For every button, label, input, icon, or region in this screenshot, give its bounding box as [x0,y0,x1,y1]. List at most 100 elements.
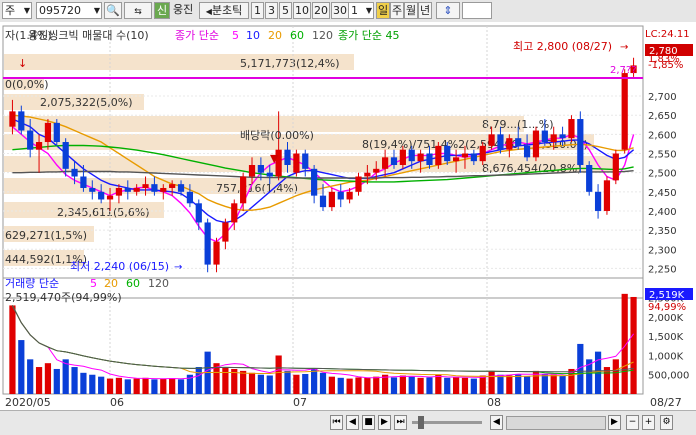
high-arrow-icon: → [620,42,628,53]
horizontal-line-label: 2,7?? [610,65,637,76]
updown-arrow-icon: ⇕ [443,4,453,17]
dividend-label: 배당락(0.00%) [240,129,314,142]
play-start-button[interactable]: ⏮ [330,415,343,430]
month-button[interactable]: 월 [404,2,418,19]
tick-selector[interactable]: ◀분초틱 [199,2,249,19]
candle-body [328,191,335,208]
chart-area[interactable]: 5,171,773(12,4%)0(0,0%)2,075,322(5,0%)8,… [0,22,696,410]
candle-body [550,134,557,143]
candle-body [568,119,575,139]
zoom-in-button[interactable]: + [642,415,655,430]
pause-button[interactable]: ■ [362,415,375,430]
volume-bar [124,379,131,394]
day-button[interactable]: 일 [376,2,390,19]
volume-bar [452,377,460,394]
candle-body [231,203,238,223]
period-button-30[interactable]: 30 [331,2,349,19]
volume-bar [177,379,185,394]
candle-body [151,184,158,192]
x-axis-label: 2020/05 [5,396,51,409]
candle-body [479,145,486,162]
candle-body [9,111,16,127]
ma-legend-60: 60 [290,29,304,42]
volume-bar [106,378,114,394]
dividend-arrow-icon: ▼ [270,152,279,165]
scroll-right-icon: ▶ [611,417,618,427]
price-tick-label: 2,700 [648,92,677,103]
candle-body [461,153,469,158]
market-label: 주 [5,4,16,17]
scroll-left-button[interactable]: ◀ [490,415,503,430]
market-select[interactable]: 주 ▼ [2,2,32,19]
period-button-10[interactable]: 10 [293,2,311,19]
compare-button[interactable]: ⇆ [124,2,152,19]
candle-body [257,165,264,173]
pause-icon: ■ [364,417,373,427]
volume-bar [319,372,327,394]
volume-bar [240,370,247,394]
period-button-1[interactable]: 1 [251,2,264,19]
volume-bar [435,374,442,394]
period-button-20[interactable]: 20 [312,2,330,19]
candle-body [390,157,398,165]
volume-profile-label: 629,271(1,5%) [5,229,87,242]
volume-bar [311,368,318,394]
volume-bar [612,359,619,394]
volume-bar [541,373,548,394]
x-axis-label: 07 [293,396,307,409]
volume-bar [328,376,335,394]
year-button[interactable]: 년 [418,2,432,19]
volume-bar [18,340,25,394]
settings-button[interactable]: ⚙ [660,415,673,430]
volume-bar [195,367,202,394]
scrollbar-track[interactable] [506,416,606,430]
period-button-5[interactable]: 5 [279,2,292,19]
toolbar: 주 ▼ 095720 ▼ 🔍 ⇆ 신 웅진 ◀분초틱 1 3 5 10 20 30 1 ▼ 일 … [0,0,696,23]
candle-body [98,191,105,200]
period-label: 5 [282,4,289,17]
current-price-value: 2,780 [649,46,678,57]
updown-button[interactable]: ⇕ [436,2,460,19]
candle-body [248,165,256,177]
candle-body [266,172,273,177]
stock-code-input[interactable]: 095720 ▼ [36,2,102,19]
volume-bar [293,374,300,394]
scroll-right-button[interactable]: ▶ [608,415,621,430]
volume-profile-label: 5,171,773(12,4%) [240,57,340,70]
volume-bar [62,359,69,394]
candle-body [497,134,504,150]
stock-name: 웅진 [171,2,197,19]
volume-bar [89,374,96,394]
search-button[interactable]: 🔍 [104,2,122,19]
period-label: 1 [254,4,261,17]
period-button-3[interactable]: 3 [265,2,278,19]
candle-body [355,176,362,192]
skip-end-button[interactable]: ⏭ [394,415,407,430]
zoom-slider-thumb[interactable] [418,416,424,429]
week-button[interactable]: 주 [390,2,404,19]
volume-bar [71,367,78,394]
candle-body [346,191,353,200]
volume-bar [275,355,282,394]
play-back-button[interactable]: ◀ [346,415,359,430]
month-label: 월 [405,4,417,17]
year-label: 년 [419,4,431,17]
volume-bar [284,370,291,394]
volume-bar [550,374,557,394]
search-icon: 🔍 [106,4,120,17]
play-forward-button[interactable]: ▶ [378,415,391,430]
zoom-out-button[interactable]: − [626,415,639,430]
candle-body [62,142,69,169]
count-input[interactable]: 1 ▼ [348,2,374,19]
ma-legend-5: 5 [232,29,239,42]
stock-code-value: 095720 [39,4,81,17]
candle-body [594,191,602,211]
price-tick-label: 2,350 [648,226,677,237]
candle-body [35,142,43,150]
volume-tick-label: 1,000K [648,351,684,362]
volume-bar [257,374,264,394]
candle-body [115,187,123,196]
extra-input[interactable] [462,2,492,19]
volume-bar [9,305,16,394]
ma-legend-20: 20 [268,29,282,42]
